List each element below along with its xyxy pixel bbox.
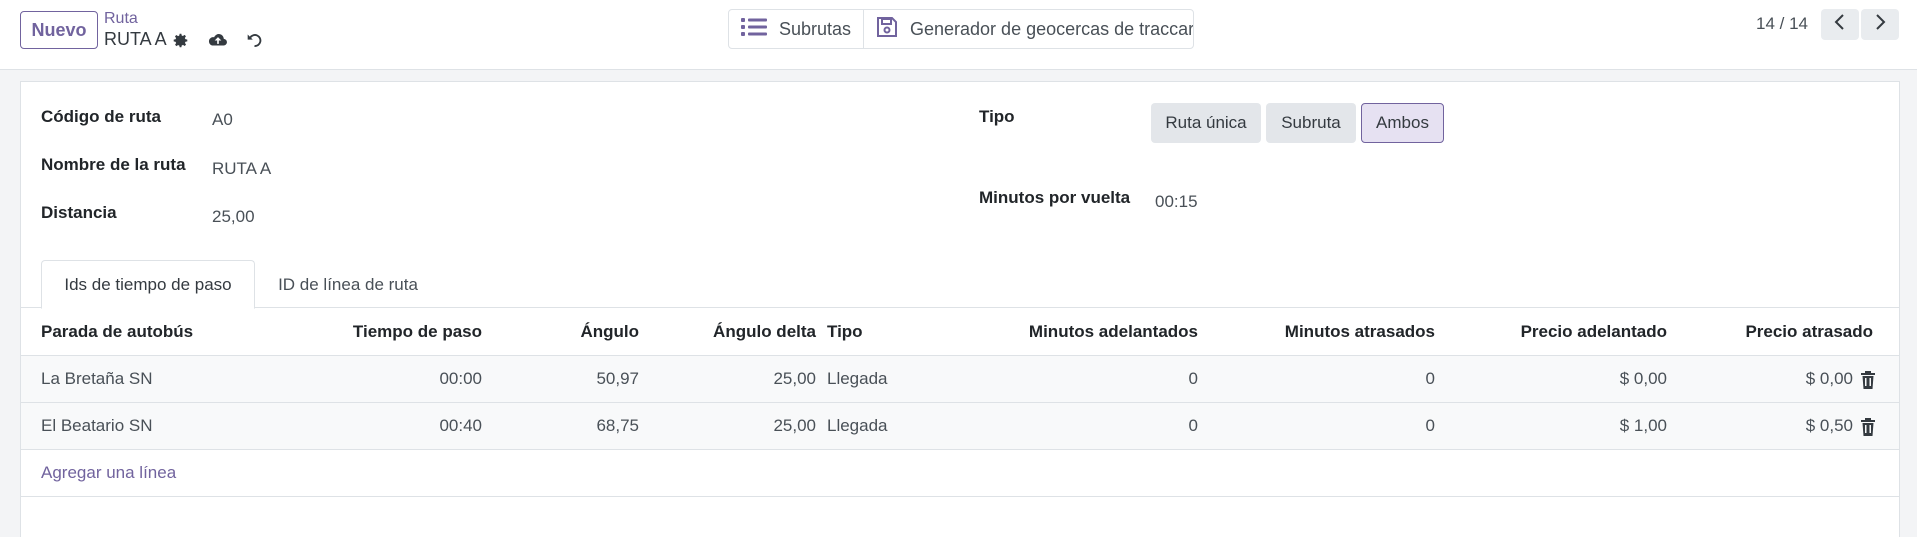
cell-minutes-late: 0 [1425,369,1435,388]
type-option-subroute[interactable]: Subruta [1266,103,1356,143]
chevron-right-icon [1874,14,1886,35]
type-option-both[interactable]: Ambos [1361,103,1444,143]
geofence-generator-label: Generador de geocercas de traccar [910,18,1193,39]
distance-field[interactable]: 25,00 [212,207,255,227]
pager-value[interactable]: 14 / 14 [1756,14,1808,34]
breadcrumb-parent-link[interactable]: Ruta [104,10,138,28]
cell-price-late: $ 0,50 [1805,416,1853,435]
column-header-delta-angle[interactable]: Ángulo delta [651,309,816,355]
column-header-type[interactable]: Tipo [827,309,927,355]
pager-next-button[interactable] [1861,9,1899,40]
gear-icon[interactable] [170,30,190,50]
control-panel: Nuevo Ruta RUTA A Subrutas Generador de … [0,0,1917,70]
cell-bus-stop: El Beatario SN [41,416,153,435]
cloud-upload-icon[interactable] [208,30,228,50]
new-button[interactable]: Nuevo [20,11,98,49]
column-header-price-early[interactable]: Precio adelantado [1451,309,1667,355]
cell-delta-angle: 25,00 [773,369,816,388]
route-name-label: Nombre de la ruta [41,155,186,174]
breadcrumb-current: RUTA A [104,29,167,49]
minutes-per-lap-label: Minutos por vuelta [979,188,1131,207]
route-code-field[interactable]: A0 [212,110,233,130]
geofence-generator-button[interactable]: Generador de geocercas de traccar [863,10,1193,48]
trash-icon[interactable] [1860,418,1876,436]
pager-previous-button[interactable] [1821,9,1859,40]
notebook-tabs: Ids de tiempo de paso ID de línea de rut… [21,260,1899,309]
table-row[interactable]: El Beatario SN 00:40 68,75 25,00 Llegada… [21,403,1899,450]
cell-passing-time: 00:00 [439,369,482,388]
minutes-per-lap-field[interactable]: 00:15 [1155,192,1198,212]
type-option-single-route[interactable]: Ruta única [1151,103,1261,143]
distance-label: Distancia [41,203,117,222]
cell-price-early: $ 1,00 [1619,416,1667,435]
chevron-left-icon [1834,14,1846,35]
add-line-link[interactable]: Agregar una línea [41,450,176,496]
route-code-label: Código de ruta [41,107,161,126]
cell-minutes-late: 0 [1425,416,1435,435]
undo-icon[interactable] [244,30,264,50]
save-icon [876,16,898,43]
cell-angle: 68,75 [596,416,639,435]
cell-minutes-early: 0 [1188,416,1198,435]
stat-buttons: Subrutas Generador de geocercas de tracc… [728,9,1194,49]
cell-minutes-early: 0 [1188,369,1198,388]
column-header-passing-time[interactable]: Tiempo de paso [281,309,482,355]
cell-passing-time: 00:40 [439,416,482,435]
column-header-angle[interactable]: Ángulo [491,309,639,355]
column-header-minutes-late[interactable]: Minutos atrasados [1211,309,1435,355]
tab-route-line-id[interactable]: ID de línea de ruta [273,260,423,309]
add-line-row: Agregar una línea [21,450,1899,497]
table-header: Parada de autobús Tiempo de paso Ángulo … [21,309,1899,356]
cell-price-late: $ 0,00 [1805,369,1853,388]
column-header-price-late[interactable]: Precio atrasado [1681,309,1873,355]
cell-type: Llegada [827,369,888,388]
cell-angle: 50,97 [596,369,639,388]
cell-delta-angle: 25,00 [773,416,816,435]
form-sheet: Código de ruta A0 Nombre de la ruta RUTA… [20,81,1900,537]
cell-bus-stop: La Bretaña SN [41,369,153,388]
subroutes-label: Subrutas [779,18,852,39]
tab-passing-time-ids[interactable]: Ids de tiempo de paso [41,260,255,309]
column-header-bus-stop[interactable]: Parada de autobús [41,309,241,355]
column-header-minutes-early[interactable]: Minutos adelantados [941,309,1198,355]
table-row[interactable]: La Bretaña SN 00:00 50,97 25,00 Llegada … [21,356,1899,403]
subroutes-button[interactable]: Subrutas [729,10,863,48]
list-icon [741,17,767,42]
type-label: Tipo [979,107,1015,126]
route-name-field[interactable]: RUTA A [212,159,271,179]
cell-type: Llegada [827,416,888,435]
cell-price-early: $ 0,00 [1619,369,1667,388]
trash-icon[interactable] [1860,371,1876,389]
